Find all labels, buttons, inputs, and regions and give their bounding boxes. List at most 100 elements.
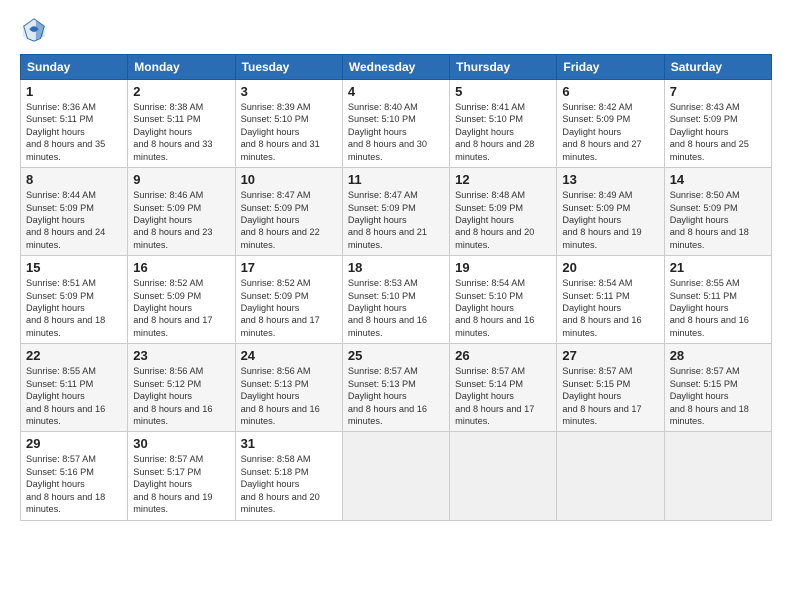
day-number: 17 — [241, 260, 337, 275]
day-number: 31 — [241, 436, 337, 451]
day-cell: 24 Sunrise: 8:56 AMSunset: 5:13 PMDayligh… — [235, 344, 342, 432]
week-row-4: 22Sunrise: 8:55 AMSunset: 5:11 PMDayligh… — [21, 344, 772, 432]
cell-content: Sunrise: 8:57 AMSunset: 5:13 PMDaylight … — [348, 365, 444, 427]
week-row-3: 15Sunrise: 8:51 AMSunset: 5:09 PMDayligh… — [21, 256, 772, 344]
day-number: 28 — [670, 348, 766, 363]
day-number: 25 — [348, 348, 444, 363]
cell-content: Sunrise: 8:41 AMSunset: 5:10 PMDaylight … — [455, 101, 551, 163]
calendar-table: SundayMondayTuesdayWednesdayThursdayFrid… — [20, 54, 772, 521]
day-cell: 7 Sunrise: 8:43 AMSunset: 5:09 PMDaylight… — [664, 80, 771, 168]
day-cell: 10 Sunrise: 8:47 AMSunset: 5:09 PMDayligh… — [235, 168, 342, 256]
day-cell: 18Sunrise: 8:53 AMSunset: 5:10 PMDayligh… — [342, 256, 449, 344]
weekday-header-thursday: Thursday — [450, 55, 557, 80]
cell-content: Sunrise: 8:43 AMSunset: 5:09 PMDaylight … — [670, 101, 766, 163]
day-cell: 5Sunrise: 8:41 AMSunset: 5:10 PMDaylight… — [450, 80, 557, 168]
cell-content: Sunrise: 8:48 AMSunset: 5:09 PMDaylight … — [455, 189, 551, 251]
day-number: 29 — [26, 436, 122, 451]
week-row-5: 29 Sunrise: 8:57 AMSunset: 5:16 PMDayligh… — [21, 432, 772, 520]
weekday-header-friday: Friday — [557, 55, 664, 80]
cell-content: Sunrise: 8:57 AMSunset: 5:14 PMDaylight … — [455, 365, 551, 427]
cell-content: Sunrise: 8:47 AMSunset: 5:09 PMDaylight … — [348, 189, 444, 251]
cell-content: Sunrise: 8:51 AMSunset: 5:09 PMDaylight … — [26, 277, 122, 339]
day-cell: 16 Sunrise: 8:52 AMSunset: 5:09 PMDayligh… — [128, 256, 235, 344]
day-cell: 30 Sunrise: 8:57 AMSunset: 5:17 PMDayligh… — [128, 432, 235, 520]
day-cell: 4 Sunrise: 8:40 AMSunset: 5:10 PMDaylight… — [342, 80, 449, 168]
day-cell: 25 Sunrise: 8:57 AMSunset: 5:13 PMDayligh… — [342, 344, 449, 432]
header — [20, 16, 772, 44]
day-cell: 3 Sunrise: 8:39 AMSunset: 5:10 PMDaylight… — [235, 80, 342, 168]
cell-content: Sunrise: 8:38 AMSunset: 5:11 PMDaylight … — [133, 101, 229, 163]
day-cell: 19Sunrise: 8:54 AMSunset: 5:10 PMDayligh… — [450, 256, 557, 344]
day-cell: 27Sunrise: 8:57 AMSunset: 5:15 PMDayligh… — [557, 344, 664, 432]
day-number: 7 — [670, 84, 766, 99]
cell-content: Sunrise: 8:44 AMSunset: 5:09 PMDaylight … — [26, 189, 122, 251]
day-cell — [664, 432, 771, 520]
weekday-header-wednesday: Wednesday — [342, 55, 449, 80]
cell-content: Sunrise: 8:55 AMSunset: 5:11 PMDaylight … — [26, 365, 122, 427]
cell-content: Sunrise: 8:57 AMSunset: 5:16 PMDaylight … — [26, 453, 122, 515]
day-number: 10 — [241, 172, 337, 187]
cell-content: Sunrise: 8:54 AMSunset: 5:10 PMDaylight … — [455, 277, 551, 339]
weekday-header-sunday: Sunday — [21, 55, 128, 80]
weekday-header-saturday: Saturday — [664, 55, 771, 80]
day-number: 16 — [133, 260, 229, 275]
weekday-header-row: SundayMondayTuesdayWednesdayThursdayFrid… — [21, 55, 772, 80]
cell-content: Sunrise: 8:49 AMSunset: 5:09 PMDaylight … — [562, 189, 658, 251]
logo — [20, 16, 52, 44]
day-number: 20 — [562, 260, 658, 275]
day-cell — [557, 432, 664, 520]
day-number: 23 — [133, 348, 229, 363]
day-number: 18 — [348, 260, 444, 275]
day-number: 4 — [348, 84, 444, 99]
day-cell: 13Sunrise: 8:49 AMSunset: 5:09 PMDayligh… — [557, 168, 664, 256]
weekday-header-tuesday: Tuesday — [235, 55, 342, 80]
cell-content: Sunrise: 8:47 AMSunset: 5:09 PMDaylight … — [241, 189, 337, 251]
day-number: 9 — [133, 172, 229, 187]
day-cell: 23 Sunrise: 8:56 AMSunset: 5:12 PMDayligh… — [128, 344, 235, 432]
day-cell: 14 Sunrise: 8:50 AMSunset: 5:09 PMDayligh… — [664, 168, 771, 256]
day-cell: 2 Sunrise: 8:38 AMSunset: 5:11 PMDaylight… — [128, 80, 235, 168]
cell-content: Sunrise: 8:50 AMSunset: 5:09 PMDaylight … — [670, 189, 766, 251]
weekday-header-monday: Monday — [128, 55, 235, 80]
cell-content: Sunrise: 8:56 AMSunset: 5:12 PMDaylight … — [133, 365, 229, 427]
day-cell: 9 Sunrise: 8:46 AMSunset: 5:09 PMDaylight… — [128, 168, 235, 256]
day-cell: 29 Sunrise: 8:57 AMSunset: 5:16 PMDayligh… — [21, 432, 128, 520]
cell-content: Sunrise: 8:36 AMSunset: 5:11 PMDaylight … — [26, 101, 122, 163]
day-number: 1 — [26, 84, 122, 99]
cell-content: Sunrise: 8:42 AMSunset: 5:09 PMDaylight … — [562, 101, 658, 163]
day-number: 11 — [348, 172, 444, 187]
day-cell: 21 Sunrise: 8:55 AMSunset: 5:11 PMDayligh… — [664, 256, 771, 344]
day-number: 12 — [455, 172, 551, 187]
day-number: 24 — [241, 348, 337, 363]
day-number: 14 — [670, 172, 766, 187]
day-cell: 28 Sunrise: 8:57 AMSunset: 5:15 PMDayligh… — [664, 344, 771, 432]
cell-content: Sunrise: 8:40 AMSunset: 5:10 PMDaylight … — [348, 101, 444, 163]
day-number: 2 — [133, 84, 229, 99]
cell-content: Sunrise: 8:46 AMSunset: 5:09 PMDaylight … — [133, 189, 229, 251]
day-number: 30 — [133, 436, 229, 451]
cell-content: Sunrise: 8:54 AMSunset: 5:11 PMDaylight … — [562, 277, 658, 339]
day-cell — [450, 432, 557, 520]
day-cell: 17 Sunrise: 8:52 AMSunset: 5:09 PMDayligh… — [235, 256, 342, 344]
day-number: 8 — [26, 172, 122, 187]
cell-content: Sunrise: 8:57 AMSunset: 5:17 PMDaylight … — [133, 453, 229, 515]
day-number: 6 — [562, 84, 658, 99]
day-cell: 8 Sunrise: 8:44 AMSunset: 5:09 PMDaylight… — [21, 168, 128, 256]
page: SundayMondayTuesdayWednesdayThursdayFrid… — [0, 0, 792, 531]
day-number: 27 — [562, 348, 658, 363]
day-cell: 6 Sunrise: 8:42 AMSunset: 5:09 PMDaylight… — [557, 80, 664, 168]
cell-content: Sunrise: 8:39 AMSunset: 5:10 PMDaylight … — [241, 101, 337, 163]
cell-content: Sunrise: 8:56 AMSunset: 5:13 PMDaylight … — [241, 365, 337, 427]
week-row-2: 8 Sunrise: 8:44 AMSunset: 5:09 PMDaylight… — [21, 168, 772, 256]
day-number: 3 — [241, 84, 337, 99]
day-cell — [342, 432, 449, 520]
cell-content: Sunrise: 8:55 AMSunset: 5:11 PMDaylight … — [670, 277, 766, 339]
day-cell: 26Sunrise: 8:57 AMSunset: 5:14 PMDayligh… — [450, 344, 557, 432]
day-cell: 12 Sunrise: 8:48 AMSunset: 5:09 PMDayligh… — [450, 168, 557, 256]
cell-content: Sunrise: 8:52 AMSunset: 5:09 PMDaylight … — [241, 277, 337, 339]
cell-content: Sunrise: 8:52 AMSunset: 5:09 PMDaylight … — [133, 277, 229, 339]
day-number: 21 — [670, 260, 766, 275]
day-cell: 15Sunrise: 8:51 AMSunset: 5:09 PMDayligh… — [21, 256, 128, 344]
cell-content: Sunrise: 8:57 AMSunset: 5:15 PMDaylight … — [670, 365, 766, 427]
day-cell: 11 Sunrise: 8:47 AMSunset: 5:09 PMDayligh… — [342, 168, 449, 256]
